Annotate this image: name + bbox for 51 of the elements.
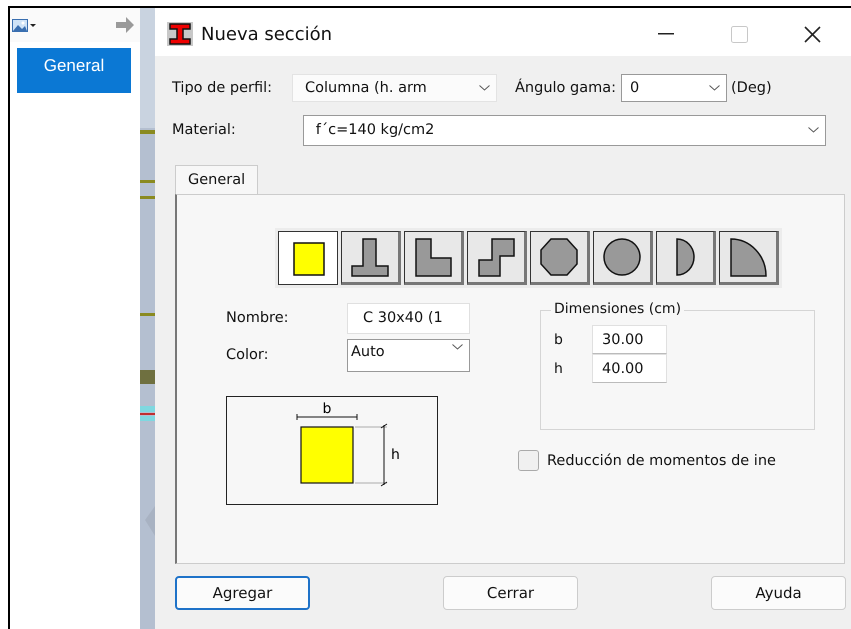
shape-button[interactable] (278, 231, 338, 285)
field-label: Ángulo gama: (515, 80, 616, 96)
caret-icon[interactable] (30, 24, 36, 26)
close-icon (804, 26, 820, 42)
dialog-button[interactable]: Cerrar (443, 576, 578, 610)
shape-button[interactable] (404, 231, 464, 285)
chevron-down-icon (452, 344, 463, 350)
shape-button[interactable] (719, 231, 779, 285)
shape-button[interactable] (467, 231, 527, 285)
dimension-label: b (322, 401, 332, 417)
field-label: h (554, 360, 564, 376)
field-label: Material: (172, 122, 236, 138)
angle-dropdown[interactable]: 0 (621, 74, 727, 102)
maximize-icon (730, 26, 748, 42)
shape-button[interactable] (656, 231, 716, 285)
image-icon[interactable] (12, 18, 28, 32)
profile-dropdown[interactable]: Columna (h. arm (292, 74, 497, 102)
minimize-icon (658, 33, 674, 35)
unit-label: (Deg) (731, 80, 772, 96)
shape-button[interactable] (530, 231, 590, 285)
section-shape-icon (476, 236, 516, 278)
group-title: Dimensiones (cm) (551, 301, 684, 317)
material-dropdown[interactable]: f´c=140 kg/cm2 (302, 114, 826, 146)
chevron-down-icon (479, 85, 490, 91)
i-beam-icon (167, 22, 193, 46)
dimension-field[interactable]: 30.00 (592, 325, 667, 354)
tab[interactable]: General (175, 165, 258, 194)
dialog-button[interactable]: Agregar (175, 576, 310, 610)
section-shape-icon (728, 236, 768, 278)
dialog-button[interactable]: Ayuda (711, 576, 846, 610)
name-field[interactable]: C 30x40 (1 (347, 302, 470, 334)
window-title: Nueva sección (201, 24, 334, 44)
field-label: Color: (226, 347, 270, 363)
field-label: Tipo de perfil: (172, 80, 272, 96)
dimension-field[interactable]: 40.00 (592, 354, 667, 383)
dimension-label: h (391, 447, 400, 463)
field-label: Nombre: (226, 310, 290, 326)
section-shape-icon (538, 236, 580, 278)
section-shape-icon (412, 236, 454, 278)
color-dropdown[interactable]: Auto (347, 338, 470, 372)
arrow-right-icon[interactable] (116, 16, 134, 34)
section-shape-icon (602, 236, 642, 278)
chevron-down-icon (808, 127, 819, 133)
shape-button[interactable] (593, 231, 653, 285)
checkbox-label: Reducción de momentos de ine (547, 452, 776, 468)
field-label: b (554, 332, 564, 348)
chevron-down-icon (709, 85, 720, 91)
shape-button[interactable] (341, 231, 401, 285)
section-shape-icon (350, 236, 390, 278)
checkbox[interactable] (518, 450, 539, 471)
general-button[interactable]: General (17, 48, 131, 93)
